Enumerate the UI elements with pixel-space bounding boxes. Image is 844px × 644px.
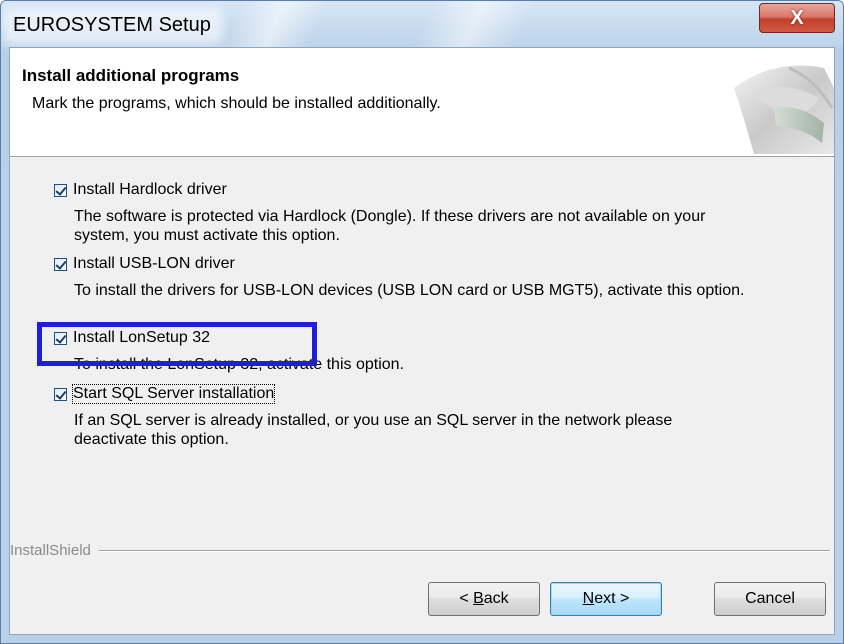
next-button[interactable]: Next >: [550, 582, 662, 616]
usb-lon-checkbox[interactable]: [54, 257, 67, 271]
next-button-rest: ext >: [594, 590, 630, 607]
sql-server-desc-line-2: deactivate this option.: [74, 431, 229, 448]
window-title: EUROSYSTEM Setup: [9, 13, 217, 39]
hardlock-checkbox[interactable]: [54, 183, 67, 197]
title-bar[interactable]: EUROSYSTEM Setup X: [1, 1, 843, 47]
page-subtitle: Mark the programs, which should be insta…: [32, 95, 441, 112]
next-button-mnemonic: N: [582, 590, 595, 607]
usb-lon-description: To install the drivers for USB-LON devic…: [74, 281, 744, 300]
back-button[interactable]: < Back: [428, 582, 540, 616]
annotation-highlight-box: [37, 322, 317, 366]
hardlock-desc-line-2: system, you must activate this option.: [74, 227, 340, 244]
sql-server-description: If an SQL server is already installed, o…: [74, 411, 672, 449]
hardlock-label: Install Hardlock driver: [73, 181, 227, 198]
usb-lon-label: Install USB-LON driver: [73, 255, 235, 272]
sql-server-label: Start SQL Server installation: [71, 384, 276, 404]
option-hardlock[interactable]: Install Hardlock driver: [54, 181, 227, 199]
back-button-rest: ack: [483, 590, 509, 607]
sql-server-desc-line-1: If an SQL server is already installed, o…: [74, 412, 673, 429]
sql-server-checkbox[interactable]: [54, 387, 67, 401]
back-button-mnemonic: B: [473, 590, 484, 607]
cancel-button[interactable]: Cancel: [714, 582, 826, 616]
close-icon: X: [790, 6, 804, 29]
back-button-prefix: <: [459, 590, 474, 607]
cancel-button-label: Cancel: [745, 590, 795, 607]
option-usb-lon[interactable]: Install USB-LON driver: [54, 255, 235, 273]
separator-line: [98, 549, 830, 552]
option-sql-server[interactable]: Start SQL Server installation: [54, 384, 276, 404]
dialog-header: Install additional programs Mark the pro…: [10, 48, 834, 157]
hardlock-description: The software is protected via Hardlock (…: [74, 207, 705, 245]
installshield-separator: InstallShield: [10, 542, 834, 559]
hardlock-desc-line-1: The software is protected via Hardlock (…: [74, 208, 706, 225]
close-button[interactable]: X: [759, 3, 835, 33]
installshield-logo-icon: [734, 65, 834, 154]
usb-lon-desc-line-1: To install the drivers for USB-LON devic…: [74, 282, 745, 299]
page-title: Install additional programs: [22, 66, 240, 85]
installshield-brand: InstallShield: [10, 542, 91, 559]
